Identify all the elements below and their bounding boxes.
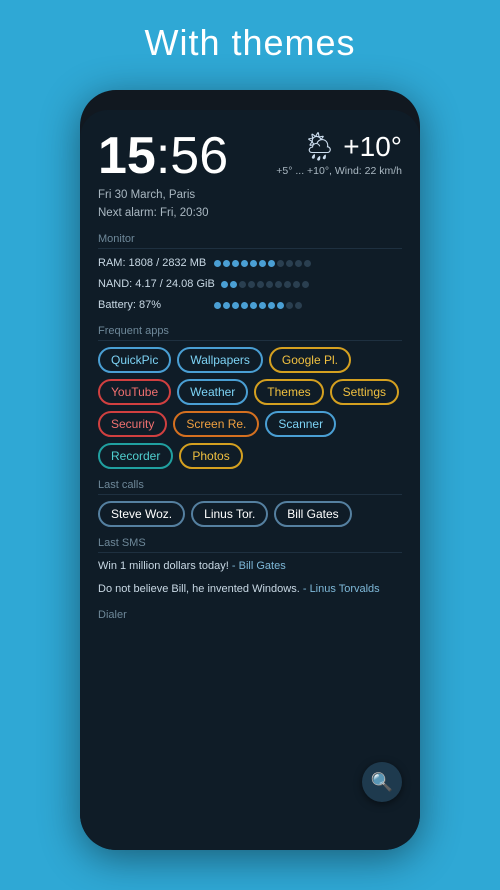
frequent-apps-label: Frequent apps bbox=[98, 325, 402, 341]
dot-filled bbox=[223, 302, 230, 309]
dot-filled bbox=[241, 302, 248, 309]
monitor-label: RAM: 1808 / 2832 MB bbox=[98, 253, 208, 274]
search-icon: 🔍 bbox=[371, 772, 393, 793]
dot-filled bbox=[230, 281, 237, 288]
dot-filled bbox=[277, 302, 284, 309]
date-info: Fri 30 March, Paris Next alarm: Fri, 20:… bbox=[98, 186, 228, 223]
monitor-row: NAND: 4.17 / 24.08 GiB bbox=[98, 274, 402, 295]
top-row: 15:56 Fri 30 March, Paris Next alarm: Fr… bbox=[98, 130, 402, 223]
app-chip[interactable]: Scanner bbox=[265, 411, 336, 437]
dot-empty bbox=[286, 260, 293, 267]
dot-empty bbox=[266, 281, 273, 288]
time-separator: : bbox=[156, 127, 170, 185]
call-chip[interactable]: Bill Gates bbox=[274, 501, 351, 527]
time-hours: 15 bbox=[98, 127, 156, 185]
weather-temp: +10° bbox=[343, 131, 402, 163]
dot-empty bbox=[293, 281, 300, 288]
app-chip[interactable]: Settings bbox=[330, 379, 399, 405]
app-chip[interactable]: Wallpapers bbox=[177, 347, 263, 373]
app-chip[interactable]: Photos bbox=[179, 443, 242, 469]
dot-filled bbox=[250, 302, 257, 309]
dot-empty bbox=[239, 281, 246, 288]
time-block: 15:56 Fri 30 March, Paris Next alarm: Fr… bbox=[98, 130, 228, 223]
monitor-rows: RAM: 1808 / 2832 MBNAND: 4.17 / 24.08 Gi… bbox=[98, 253, 402, 316]
dot-empty bbox=[286, 302, 293, 309]
dot-empty bbox=[295, 260, 302, 267]
dot-empty bbox=[277, 260, 284, 267]
dot-empty bbox=[302, 281, 309, 288]
sms-text: Win 1 million dollars today! bbox=[98, 560, 229, 572]
weather-block: 🌦 +10° +5° ... +10°, Wind: 22 km/h bbox=[276, 130, 402, 177]
sms-item: Do not believe Bill, he invented Windows… bbox=[98, 581, 402, 599]
dot-filled bbox=[214, 302, 221, 309]
dot-filled bbox=[232, 302, 239, 309]
monitor-section-label: Monitor bbox=[98, 233, 402, 249]
dot-empty bbox=[295, 302, 302, 309]
phone-frame: 15:56 Fri 30 March, Paris Next alarm: Fr… bbox=[80, 90, 420, 850]
dot-filled bbox=[268, 302, 275, 309]
app-chip[interactable]: Security bbox=[98, 411, 167, 437]
sms-sender: - Linus Torvalds bbox=[303, 583, 380, 595]
dot-filled bbox=[268, 260, 275, 267]
monitor-dots bbox=[221, 281, 309, 288]
monitor-dots bbox=[214, 260, 311, 267]
time-minutes: 56 bbox=[170, 127, 228, 185]
monitor-label: Battery: 87% bbox=[98, 295, 208, 316]
last-calls-label: Last calls bbox=[98, 479, 402, 495]
sms-sender: - Bill Gates bbox=[232, 560, 286, 572]
dot-filled bbox=[221, 281, 228, 288]
sms-item: Win 1 million dollars today! - Bill Gate… bbox=[98, 558, 402, 576]
sms-text: Do not believe Bill, he invented Windows… bbox=[98, 583, 300, 595]
dot-filled bbox=[223, 260, 230, 267]
dot-empty bbox=[275, 281, 282, 288]
last-sms-label: Last SMS bbox=[98, 537, 402, 553]
dot-empty bbox=[257, 281, 264, 288]
monitor-row: Battery: 87% bbox=[98, 295, 402, 316]
page-title: With themes bbox=[0, 0, 500, 64]
app-chip[interactable]: QuickPic bbox=[98, 347, 171, 373]
calls-row: Steve Woz.Linus Tor.Bill Gates bbox=[98, 501, 402, 527]
monitor-label: NAND: 4.17 / 24.08 GiB bbox=[98, 274, 215, 295]
call-chip[interactable]: Linus Tor. bbox=[191, 501, 268, 527]
app-chip[interactable]: Weather bbox=[177, 379, 248, 405]
app-chip[interactable]: Recorder bbox=[98, 443, 173, 469]
dot-filled bbox=[250, 260, 257, 267]
dot-empty bbox=[284, 281, 291, 288]
monitor-row: RAM: 1808 / 2832 MB bbox=[98, 253, 402, 274]
apps-grid: QuickPicWallpapersGoogle Pl. YouTubeWeath… bbox=[98, 347, 402, 469]
app-chip[interactable]: YouTube bbox=[98, 379, 171, 405]
alarm-text: Next alarm: Fri, 20:30 bbox=[98, 207, 209, 219]
dot-empty bbox=[304, 260, 311, 267]
time-display: 15:56 bbox=[98, 130, 228, 182]
dot-filled bbox=[259, 302, 266, 309]
sms-list: Win 1 million dollars today! - Bill Gate… bbox=[98, 558, 402, 598]
app-chip[interactable]: Screen Re. bbox=[173, 411, 259, 437]
weather-main: 🌦 +10° bbox=[276, 130, 402, 163]
dot-empty bbox=[248, 281, 255, 288]
weather-icon: 🌦 bbox=[302, 130, 338, 163]
call-chip[interactable]: Steve Woz. bbox=[98, 501, 185, 527]
dot-filled bbox=[259, 260, 266, 267]
dot-filled bbox=[214, 260, 221, 267]
monitor-dots bbox=[214, 302, 302, 309]
dialer-label: Dialer bbox=[98, 609, 402, 621]
page-background: With themes 15:56 Fri 30 March, Paris Ne… bbox=[0, 0, 500, 64]
weather-detail: +5° ... +10°, Wind: 22 km/h bbox=[276, 165, 402, 177]
app-chip[interactable]: Themes bbox=[254, 379, 323, 405]
date-text: Fri 30 March, Paris bbox=[98, 189, 195, 201]
dot-filled bbox=[241, 260, 248, 267]
app-chip[interactable]: Google Pl. bbox=[269, 347, 351, 373]
search-fab[interactable]: 🔍 bbox=[362, 762, 402, 802]
dot-filled bbox=[232, 260, 239, 267]
phone-screen: 15:56 Fri 30 March, Paris Next alarm: Fr… bbox=[80, 110, 420, 850]
